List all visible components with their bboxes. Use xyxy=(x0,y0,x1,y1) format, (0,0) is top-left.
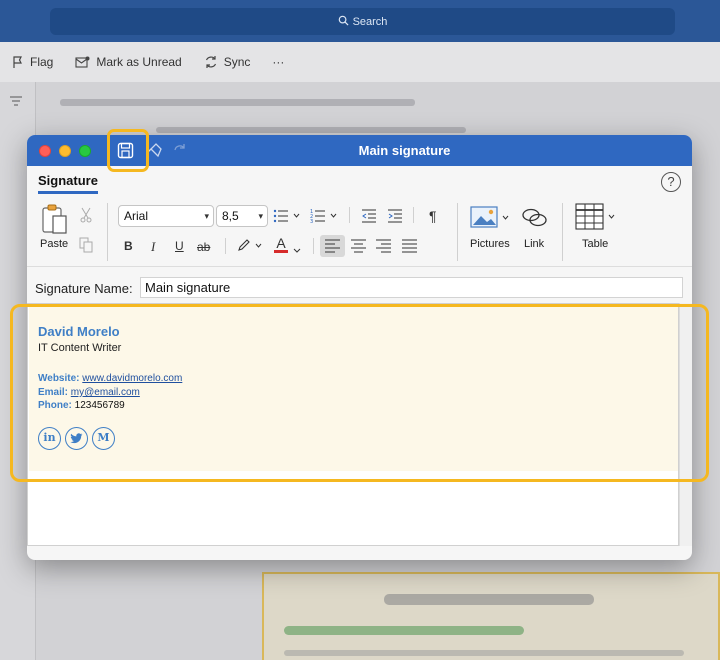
mail-toolbar: Flag Mark as Unread Sync ··· xyxy=(0,42,720,82)
ribbon-separator xyxy=(107,203,108,261)
strikethrough-button[interactable]: ab xyxy=(197,240,210,254)
copy-icon xyxy=(79,237,93,253)
font-size-value: 8,5 xyxy=(222,209,239,223)
decrease-indent-button[interactable] xyxy=(361,208,377,229)
sync-label: Sync xyxy=(223,55,251,69)
table-label: Table xyxy=(582,238,609,250)
signature-content-highlight xyxy=(10,304,709,482)
bullet-list-button[interactable] xyxy=(273,208,301,229)
increase-indent-button[interactable] xyxy=(387,208,403,229)
picture-icon xyxy=(470,206,509,228)
mark-unread-label: Mark as Unread xyxy=(96,55,182,69)
show-formatting-button[interactable]: ¶ xyxy=(429,208,437,224)
chevron-down-icon xyxy=(293,248,301,253)
ribbon-separator xyxy=(457,203,458,261)
numbered-list-icon: 123 xyxy=(310,209,337,225)
align-right-icon xyxy=(376,239,391,253)
reading-pane-preview xyxy=(262,572,720,660)
ribbon-separator xyxy=(313,238,314,254)
search-icon xyxy=(338,15,349,29)
font-size-select[interactable]: 8,5 ▾ xyxy=(216,205,268,227)
underline-button[interactable]: U xyxy=(175,239,184,253)
flag-label: Flag xyxy=(30,55,54,69)
tab-signature[interactable]: Signature xyxy=(38,173,98,194)
signature-name-input[interactable] xyxy=(140,277,683,298)
search-label: Search xyxy=(352,15,388,28)
chevron-down-icon: ▾ xyxy=(204,211,209,221)
link-button[interactable] xyxy=(521,205,549,234)
bullet-list-icon xyxy=(273,209,300,223)
link-label: Link xyxy=(524,238,545,250)
app-title-bar: Search xyxy=(0,0,720,42)
cut-button[interactable] xyxy=(79,207,93,223)
envelope-icon xyxy=(75,56,90,68)
more-button[interactable]: ··· xyxy=(272,55,284,69)
font-color-button[interactable]: A xyxy=(274,236,288,253)
font-family-select[interactable]: Arial ▾ xyxy=(118,205,214,227)
flag-icon xyxy=(13,55,22,68)
align-left-icon xyxy=(325,239,340,253)
scissors-icon xyxy=(80,207,92,223)
ribbon-separator xyxy=(225,238,226,254)
signature-name-row: Signature Name: xyxy=(27,266,692,302)
sync-button[interactable]: Sync xyxy=(204,55,251,69)
numbered-list-button[interactable]: 123 xyxy=(310,208,338,229)
chevron-down-icon: ▾ xyxy=(258,211,263,221)
flag-button[interactable]: Flag xyxy=(12,55,53,69)
increase-indent-icon xyxy=(388,209,402,223)
paste-label: Paste xyxy=(40,238,69,250)
table-icon xyxy=(575,203,615,230)
justify-button[interactable] xyxy=(402,239,417,258)
formatting-ribbon: Paste Arial ▾ 8,5 ▾ 123 ¶ B I U ab A Pic… xyxy=(27,195,692,265)
justify-icon xyxy=(402,239,417,253)
mark-unread-button[interactable]: Mark as Unread xyxy=(75,55,182,69)
font-color-dropdown[interactable] xyxy=(293,241,301,259)
table-button[interactable] xyxy=(575,203,619,236)
copy-button[interactable] xyxy=(79,237,93,253)
ribbon-separator xyxy=(413,207,414,223)
font-family-value: Arial xyxy=(124,209,149,223)
ribbon-separator xyxy=(349,207,350,223)
bold-button[interactable]: B xyxy=(124,239,133,253)
link-icon xyxy=(522,208,547,227)
align-right-button[interactable] xyxy=(376,239,391,258)
sync-icon xyxy=(205,56,216,68)
paste-button[interactable] xyxy=(41,203,69,235)
ribbon-separator xyxy=(562,203,563,261)
filter-icon xyxy=(10,96,22,106)
clipboard-icon xyxy=(42,204,67,234)
save-button-highlight xyxy=(107,129,149,172)
pictures-button[interactable] xyxy=(470,205,510,234)
highlighter-icon xyxy=(238,239,262,251)
align-center-icon xyxy=(351,239,366,253)
search-bar[interactable]: Search xyxy=(50,8,675,35)
decrease-indent-icon xyxy=(362,209,376,223)
italic-button[interactable]: I xyxy=(151,239,155,255)
align-left-button[interactable] xyxy=(325,239,340,258)
align-center-button[interactable] xyxy=(351,239,366,258)
signature-name-label: Signature Name: xyxy=(35,281,133,296)
pictures-label: Pictures xyxy=(470,238,510,250)
highlight-button[interactable] xyxy=(237,237,265,258)
svg-text:3: 3 xyxy=(310,219,313,224)
help-button[interactable]: ? xyxy=(661,172,681,192)
